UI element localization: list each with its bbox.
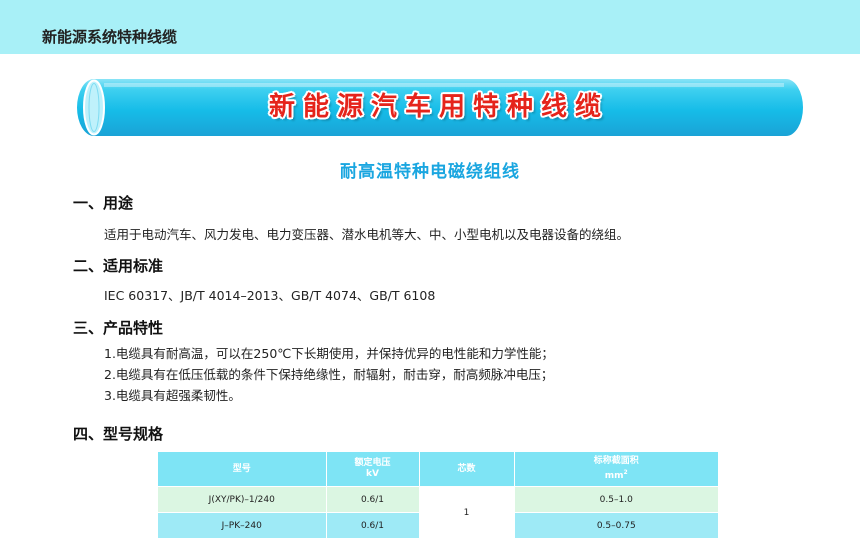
cell-area: 0.5–1.0 (514, 486, 718, 513)
section-heading-features: 三、产品特性 (73, 319, 164, 337)
header-model: 型号 (158, 452, 327, 487)
model-spec-table: 型号 额定电压 kV 芯数 标称截面积 mm2 J(XY/PK)–1/240 0… (158, 452, 718, 539)
feature-item-1: 1.电缆具有耐高温，可以在250℃下长期使用，并保持优异的电性能和力学性能； (104, 346, 554, 361)
header-area-unit-base: mm (604, 471, 624, 481)
section-heading-models: 四、型号规格 (73, 425, 164, 443)
cell-model: J–PK–240 (158, 512, 327, 539)
banner-title: 新能源汽车用特种线缆 (268, 92, 609, 122)
header-area: 标称截面积 mm2 (514, 452, 718, 487)
top-header-bar: 新能源系统特种线缆 (0, 0, 860, 54)
cell-model: J(XY/PK)–1/240 (158, 486, 327, 513)
header-area-unit-sup: 2 (623, 469, 628, 476)
title-banner: 新能源汽车用特种线缆 (74, 78, 804, 137)
cell-voltage: 0.6/1 (326, 486, 420, 513)
header-cores: 芯数 (419, 452, 515, 487)
feature-item-3: 3.电缆具有超强柔韧性。 (104, 388, 241, 403)
section-heading-standards: 二、适用标准 (73, 257, 164, 275)
header-area-label: 标称截面积 (593, 456, 639, 466)
feature-item-2: 2.电缆具有在低压低载的条件下保持绝缘性，耐辐射，耐击穿，耐高频脉冲电压； (104, 367, 554, 382)
table-header-row: 型号 额定电压 kV 芯数 标称截面积 mm2 (158, 452, 718, 487)
section-heading-usage: 一、用途 (73, 194, 134, 212)
cell-voltage: 0.6/1 (326, 512, 420, 539)
cell-cores: 1 (419, 486, 515, 539)
header-voltage-unit: kV (366, 469, 379, 479)
header-voltage-label: 额定电压 (354, 458, 391, 468)
product-subtitle: 耐高温特种电磁绕组线 (340, 162, 520, 182)
header-voltage: 额定电压 kV (326, 452, 420, 487)
table-row: J(XY/PK)–1/240 0.6/1 1 0.5–1.0 (158, 486, 718, 539)
header-title: 新能源系统特种线缆 (42, 28, 178, 46)
standards-text: IEC 60317、JB/T 4014–2013、GB/T 4074、GB/T … (104, 288, 436, 303)
header-area-unit: mm2 (515, 467, 719, 482)
cell-area: 0.5–0.75 (514, 512, 718, 539)
usage-text: 适用于电动汽车、风力发电、电力变压器、潜水电机等大、中、小型电机以及电器设备的绕… (104, 227, 630, 242)
